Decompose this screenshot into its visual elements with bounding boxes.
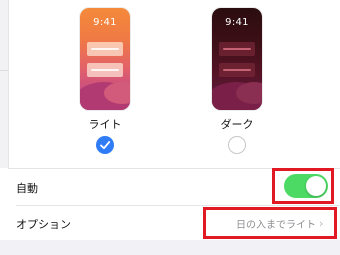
left-panel-divider [0,70,8,71]
dark-mode-label: ダーク [220,118,254,131]
light-mode-preview[interactable]: 9:41 [80,8,130,110]
toggle-highlight-box [272,168,334,204]
light-mode-radio[interactable] [96,136,114,154]
preview-notification [219,63,255,77]
left-panel-edge [0,0,9,168]
preview-notification-line [223,48,251,50]
preview-notification-line [91,69,119,71]
options-label: オプション [16,218,71,231]
preview-time: 9:41 [93,17,117,28]
preview-notification-line [223,69,251,71]
preview-notification [219,42,255,56]
preview-notification-line [91,48,119,50]
preview-notification [87,42,123,56]
dark-mode-preview[interactable]: 9:41 [212,8,262,110]
preview-notification [87,63,123,77]
light-mode-label: ライト [88,118,122,131]
checkmark-icon [100,141,111,150]
dark-mode-radio[interactable] [228,136,246,154]
row-divider [16,205,340,206]
preview-time: 9:41 [225,17,249,28]
grouped-background [0,240,340,255]
automatic-label: 自動 [16,182,38,195]
options-highlight-box [203,207,337,239]
